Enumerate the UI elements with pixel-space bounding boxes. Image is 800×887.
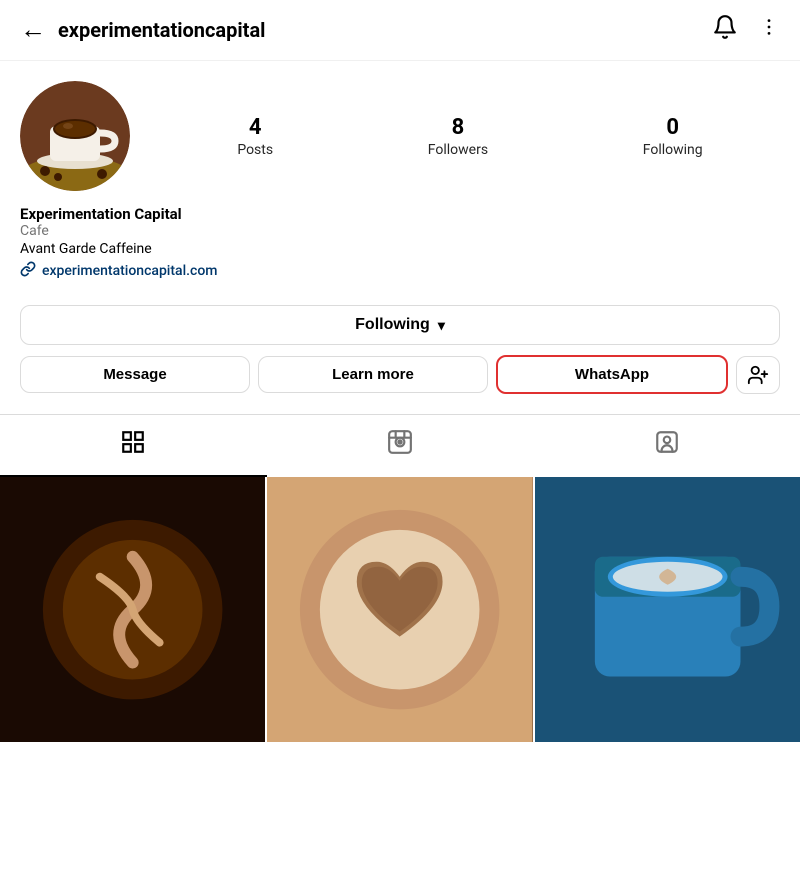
posts-label: Posts xyxy=(237,142,273,158)
tab-grid[interactable] xyxy=(0,415,267,477)
tabs-container xyxy=(0,414,800,477)
learn-more-button[interactable]: Learn more xyxy=(258,356,488,393)
header: ← experimentationcapital xyxy=(0,0,800,61)
chevron-down-icon: ▾ xyxy=(438,317,445,334)
profile-link[interactable]: experimentationcapital.com xyxy=(20,261,780,281)
tagged-icon xyxy=(654,429,680,461)
stats-container: 4 Posts 8 Followers 0 Following xyxy=(150,115,780,158)
profile-top: 4 Posts 8 Followers 0 Following xyxy=(20,81,780,191)
profile-info: Experimentation Capital Cafe Avant Garde… xyxy=(20,205,780,281)
more-options-icon[interactable] xyxy=(758,16,780,44)
grid-item-1[interactable] xyxy=(0,477,265,742)
posts-count: 4 xyxy=(249,115,262,140)
action-buttons: Following ▾ Message Learn more WhatsApp xyxy=(0,291,800,404)
followers-label: Followers xyxy=(428,142,488,158)
reels-icon xyxy=(387,429,413,461)
grid-icon xyxy=(120,429,146,461)
following-stat[interactable]: 0 Following xyxy=(643,115,703,158)
profile-category: Cafe xyxy=(20,223,780,239)
followers-stat[interactable]: 8 Followers xyxy=(428,115,488,158)
secondary-buttons: Message Learn more WhatsApp xyxy=(20,355,780,394)
bell-icon[interactable] xyxy=(712,14,738,46)
profile-section: 4 Posts 8 Followers 0 Following Experime… xyxy=(0,61,800,291)
following-button-label: Following xyxy=(355,316,430,334)
tab-reels[interactable] xyxy=(267,415,534,477)
grid-item-3[interactable] xyxy=(535,477,800,742)
followers-count: 8 xyxy=(452,115,465,140)
link-icon xyxy=(20,261,36,281)
message-button[interactable]: Message xyxy=(20,356,250,393)
photo-grid xyxy=(0,477,800,742)
whatsapp-button[interactable]: WhatsApp xyxy=(496,355,728,394)
following-label: Following xyxy=(643,142,703,158)
profile-bio: Avant Garde Caffeine xyxy=(20,241,780,257)
tab-tagged[interactable] xyxy=(533,415,800,477)
avatar[interactable] xyxy=(20,81,130,191)
following-button[interactable]: Following ▾ xyxy=(20,305,780,345)
header-right xyxy=(712,14,780,46)
profile-website[interactable]: experimentationcapital.com xyxy=(42,263,218,279)
header-username: experimentationcapital xyxy=(58,18,265,42)
back-button[interactable]: ← xyxy=(20,17,46,43)
header-left: ← experimentationcapital xyxy=(20,17,265,43)
grid-item-2[interactable] xyxy=(267,477,532,742)
posts-stat[interactable]: 4 Posts xyxy=(237,115,273,158)
add-friend-button[interactable] xyxy=(736,356,780,394)
profile-name: Experimentation Capital xyxy=(20,205,780,223)
following-count: 0 xyxy=(666,115,679,140)
